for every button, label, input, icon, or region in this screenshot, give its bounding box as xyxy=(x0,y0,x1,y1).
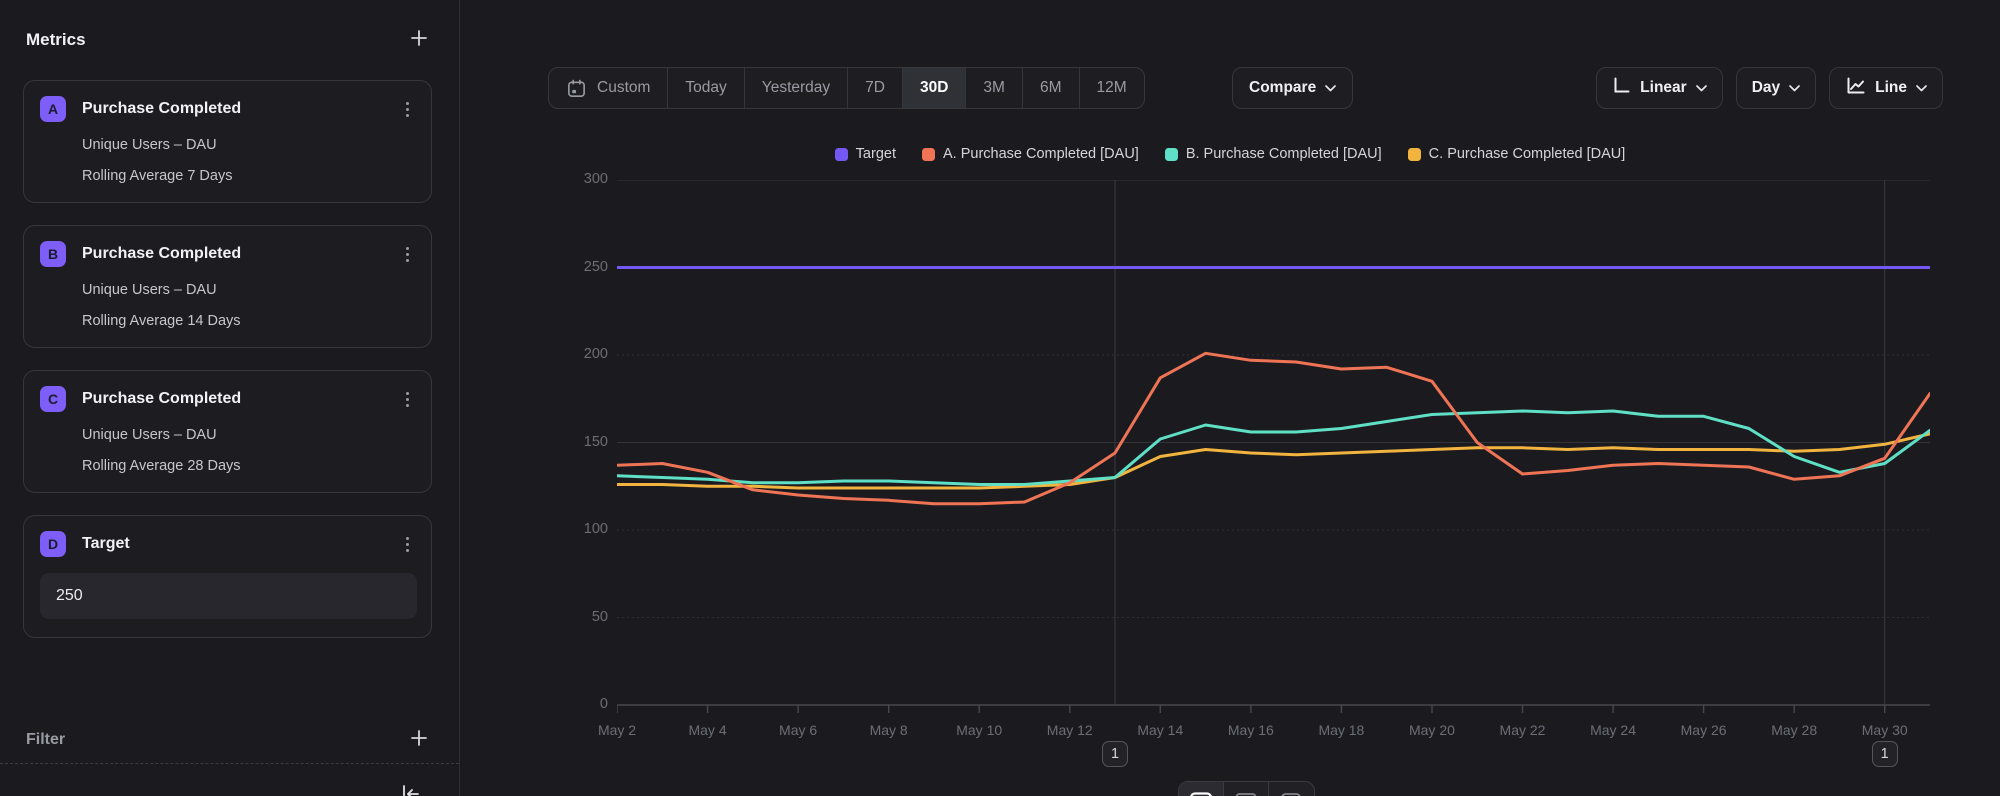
table-view-icon xyxy=(1234,791,1258,796)
chart-canvas xyxy=(617,180,1930,725)
visualization-toggle xyxy=(1178,781,1315,796)
x-axis-label: May 10 xyxy=(937,722,1021,738)
metric-card-a[interactable]: A Purchase Completed Unique Users – DAU … xyxy=(23,80,432,203)
y-axis-label: 200 xyxy=(502,346,608,362)
y-axis-label: 150 xyxy=(502,434,608,450)
metric-menu-button[interactable] xyxy=(397,97,417,121)
collapse-left-icon xyxy=(398,782,422,796)
x-axis-label: May 14 xyxy=(1118,722,1202,738)
x-axis-label: May 6 xyxy=(756,722,840,738)
x-axis-label: May 12 xyxy=(1028,722,1112,738)
series-line[interactable] xyxy=(617,434,1930,488)
metric-card-b[interactable]: B Purchase Completed Unique Users – DAU … xyxy=(23,225,432,348)
metric-badge: D xyxy=(40,531,66,557)
toggle-table-view[interactable] xyxy=(1224,782,1269,796)
toggle-metric-view[interactable] xyxy=(1269,782,1314,796)
metric-measure[interactable]: Unique Users – DAU xyxy=(82,282,417,298)
insights-report: Metrics A Purchase Completed Unique User… xyxy=(0,0,2000,796)
metric-card-c[interactable]: C Purchase Completed Unique Users – DAU … xyxy=(23,370,432,493)
sidebar-header: Metrics xyxy=(26,26,433,54)
metric-title: Purchase Completed xyxy=(82,245,397,263)
metric-card-head: C Purchase Completed xyxy=(40,386,417,412)
sidebar-footer-divider xyxy=(0,763,459,764)
metric-title: Purchase Completed xyxy=(82,100,397,118)
x-axis-label: May 16 xyxy=(1209,722,1293,738)
metric-measure[interactable]: Unique Users – DAU xyxy=(82,427,417,443)
metrics-sidebar: Metrics A Purchase Completed Unique User… xyxy=(0,0,460,796)
filter-section: Filter xyxy=(26,726,433,754)
target-value-input[interactable]: 250 xyxy=(40,573,417,619)
filter-section-title: Filter xyxy=(26,731,65,749)
metric-badge: A xyxy=(40,96,66,122)
x-axis-label: May 18 xyxy=(1299,722,1383,738)
y-axis-label: 250 xyxy=(502,259,608,275)
add-filter-button[interactable] xyxy=(405,726,433,754)
metric-view-icon xyxy=(1279,791,1303,796)
chart-panel: Custom Today Yesterday 7D 30D 3M 6M 12M … xyxy=(460,0,2000,796)
metric-transform[interactable]: Rolling Average 14 Days xyxy=(82,313,417,329)
x-axis-label: May 8 xyxy=(847,722,931,738)
x-axis-label: May 22 xyxy=(1481,722,1565,738)
collapse-sidebar-button[interactable] xyxy=(394,780,426,796)
target-title: Target xyxy=(82,535,397,553)
metric-measure[interactable]: Unique Users – DAU xyxy=(82,137,417,153)
add-metric-button[interactable] xyxy=(405,26,433,54)
y-axis-label: 100 xyxy=(502,521,608,537)
metric-badge: C xyxy=(40,386,66,412)
metric-card-head: A Purchase Completed xyxy=(40,96,417,122)
line-chart[interactable]: 300 250 200 150 100 50 0 May 2 May 4 May 6 May 8 Ma… xyxy=(460,0,2000,796)
target-card-head: D Target xyxy=(40,531,417,557)
x-axis-label: May 30 xyxy=(1843,722,1927,738)
toggle-line-view[interactable] xyxy=(1179,782,1224,796)
x-axis-label: May 28 xyxy=(1752,722,1836,738)
annotation-badge[interactable]: 1 xyxy=(1102,741,1128,767)
metrics-section-title: Metrics xyxy=(26,30,86,50)
metric-card-head: B Purchase Completed xyxy=(40,241,417,267)
annotation-badge[interactable]: 1 xyxy=(1872,741,1898,767)
series-line[interactable] xyxy=(617,411,1930,485)
plus-icon xyxy=(409,28,429,53)
plus-icon xyxy=(409,728,429,753)
metric-transform[interactable]: Rolling Average 7 Days xyxy=(82,168,417,184)
metric-menu-button[interactable] xyxy=(397,242,417,266)
target-card[interactable]: D Target 250 xyxy=(23,515,432,638)
metric-title: Purchase Completed xyxy=(82,390,397,408)
y-axis-label: 300 xyxy=(502,171,608,187)
metric-transform[interactable]: Rolling Average 28 Days xyxy=(82,458,417,474)
y-axis-label: 50 xyxy=(502,609,608,625)
metric-card-list: A Purchase Completed Unique Users – DAU … xyxy=(23,80,432,660)
line-view-icon xyxy=(1189,791,1213,796)
metric-menu-button[interactable] xyxy=(397,387,417,411)
y-axis-label: 0 xyxy=(502,696,608,712)
x-axis-label: May 2 xyxy=(575,722,659,738)
metric-badge: B xyxy=(40,241,66,267)
x-axis-label: May 24 xyxy=(1571,722,1655,738)
x-axis-label: May 20 xyxy=(1390,722,1474,738)
x-axis-label: May 26 xyxy=(1662,722,1746,738)
x-axis-label: May 4 xyxy=(666,722,750,738)
metric-menu-button[interactable] xyxy=(397,532,417,556)
